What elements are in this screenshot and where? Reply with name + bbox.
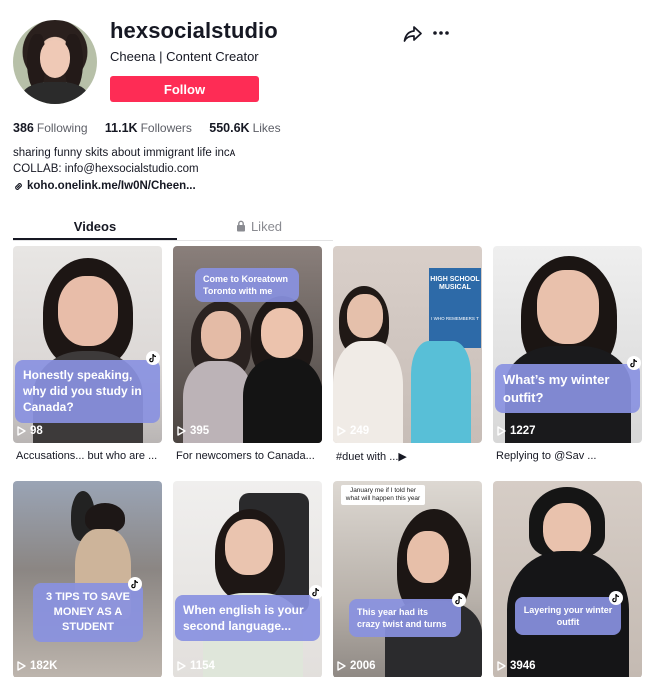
poster-subtitle: I WHO REMEMBERS T bbox=[431, 316, 479, 321]
video-description[interactable]: For newcomers to Canada... bbox=[176, 450, 322, 462]
profile-tabs: Videos Liked bbox=[13, 213, 333, 241]
tab-liked[interactable]: Liked bbox=[177, 213, 341, 239]
tab-videos[interactable]: Videos bbox=[13, 213, 177, 239]
movie-poster: HIGH SCHOOL MUSICAL I WHO REMEMBERS T bbox=[429, 268, 481, 348]
play-icon bbox=[177, 661, 186, 671]
video-caption: Layering your winter outfit bbox=[515, 597, 621, 636]
tiktok-icon bbox=[627, 356, 641, 370]
person-face bbox=[201, 311, 241, 359]
video-description[interactable]: #duet with ...▶ bbox=[336, 450, 482, 463]
view-count: 2006 bbox=[337, 660, 376, 672]
view-count-value: 2006 bbox=[350, 660, 376, 672]
view-count: 1227 bbox=[497, 425, 536, 437]
tiktok-icon bbox=[146, 351, 160, 365]
view-count: 98 bbox=[17, 425, 43, 437]
video-caption: This year had its crazy twist and turns bbox=[349, 599, 461, 638]
video-description[interactable]: Replying to @Sav ... bbox=[496, 450, 642, 462]
video-thumbnail[interactable]: Honestly speaking, why did you study in … bbox=[13, 246, 162, 443]
play-icon bbox=[337, 661, 346, 671]
view-count: 182K bbox=[17, 660, 58, 672]
view-count: 395 bbox=[177, 425, 209, 437]
profile-subtitle: Cheena | Content Creator bbox=[110, 49, 259, 64]
view-count-value: 3946 bbox=[510, 660, 536, 672]
profile-stats: 386 Following 11.1K Followers 550.6K Likes bbox=[13, 121, 295, 135]
person-face bbox=[407, 531, 449, 583]
followers-label[interactable]: Followers bbox=[141, 121, 192, 135]
play-icon bbox=[177, 426, 186, 436]
video-thumbnail[interactable]: Layering your winter outfit 3946 bbox=[493, 481, 642, 677]
avatar-face bbox=[40, 40, 70, 78]
profile-username: hexsocialstudio bbox=[110, 18, 278, 43]
profile-link[interactable]: koho.onelink.me/Iw0N/Cheen... bbox=[13, 180, 196, 192]
following-label[interactable]: Following bbox=[37, 121, 88, 135]
video-description[interactable]: Accusations... but who are ... bbox=[16, 450, 162, 462]
profile-bio: sharing funny skits about immigrant life… bbox=[13, 145, 235, 177]
view-count-value: 1154 bbox=[190, 660, 215, 672]
video-thumbnail[interactable]: January me if I told her what will happe… bbox=[333, 481, 482, 677]
lock-icon bbox=[236, 220, 245, 232]
likes-label: Likes bbox=[252, 121, 281, 135]
person-face bbox=[537, 270, 599, 344]
person-face bbox=[543, 503, 591, 555]
following-count: 386 bbox=[13, 121, 34, 135]
avatar-shirt bbox=[21, 82, 89, 104]
view-count-value: 1227 bbox=[510, 425, 536, 437]
video-caption: Honestly speaking, why did you study in … bbox=[15, 360, 160, 423]
video-thumbnail[interactable]: HIGH SCHOOL MUSICAL I WHO REMEMBERS T 24… bbox=[333, 246, 482, 443]
video-caption: What’s my winter outfit? bbox=[495, 364, 640, 414]
view-count-value: 182K bbox=[30, 660, 58, 672]
video-thumbnail[interactable]: What’s my winter outfit? 1227 bbox=[493, 246, 642, 443]
person-face bbox=[347, 294, 383, 338]
followers-count: 11.1K bbox=[104, 121, 138, 135]
tiktok-icon bbox=[452, 593, 466, 607]
bio-line: COLLAB: info@hexsocialstudio.com bbox=[13, 163, 199, 175]
play-icon bbox=[17, 661, 26, 671]
play-icon bbox=[497, 426, 506, 436]
video-caption: When english is your second language... bbox=[175, 595, 320, 642]
tabs-divider bbox=[13, 240, 333, 241]
person-face bbox=[261, 308, 303, 358]
tiktok-icon bbox=[609, 591, 623, 605]
likes-count: 550.6K bbox=[209, 121, 250, 135]
person-face bbox=[58, 276, 118, 346]
tiktok-icon bbox=[309, 585, 322, 599]
view-count: 249 bbox=[337, 425, 369, 437]
text-overlay: January me if I told her what will happe… bbox=[341, 485, 425, 505]
poster-title: HIGH SCHOOL MUSICAL bbox=[430, 276, 480, 291]
person-clothes bbox=[411, 341, 471, 443]
link-text: koho.onelink.me/Iw0N/Cheen... bbox=[27, 180, 196, 192]
follow-button[interactable]: Follow bbox=[110, 76, 259, 102]
tab-liked-label: Liked bbox=[250, 218, 283, 234]
play-icon bbox=[497, 661, 506, 671]
play-icon bbox=[337, 426, 346, 436]
person-clothes bbox=[243, 358, 322, 443]
share-icon[interactable] bbox=[403, 25, 423, 43]
more-icon[interactable] bbox=[432, 24, 450, 42]
view-count-value: 249 bbox=[350, 425, 370, 437]
bio-line: sharing funny skits about immigrant life… bbox=[13, 147, 236, 159]
video-caption: Come to Koreatown Toronto with me bbox=[195, 268, 299, 303]
avatar[interactable] bbox=[13, 20, 97, 104]
view-count-value: 98 bbox=[30, 425, 43, 437]
view-count-value: 395 bbox=[190, 425, 210, 437]
video-thumbnail[interactable]: When english is your second language... … bbox=[173, 481, 322, 677]
video-thumbnail[interactable]: 3 TIPS TO SAVE MONEY AS A STUDENT 182K bbox=[13, 481, 162, 677]
view-count: 1154 bbox=[177, 660, 215, 672]
tiktok-icon bbox=[128, 577, 142, 591]
play-icon bbox=[17, 426, 26, 436]
link-icon bbox=[15, 182, 22, 190]
person-face bbox=[225, 519, 273, 575]
video-caption: 3 TIPS TO SAVE MONEY AS A STUDENT bbox=[33, 583, 143, 642]
view-count: 3946 bbox=[497, 660, 536, 672]
video-thumbnail[interactable]: Come to Koreatown Toronto with me 395 bbox=[173, 246, 322, 443]
